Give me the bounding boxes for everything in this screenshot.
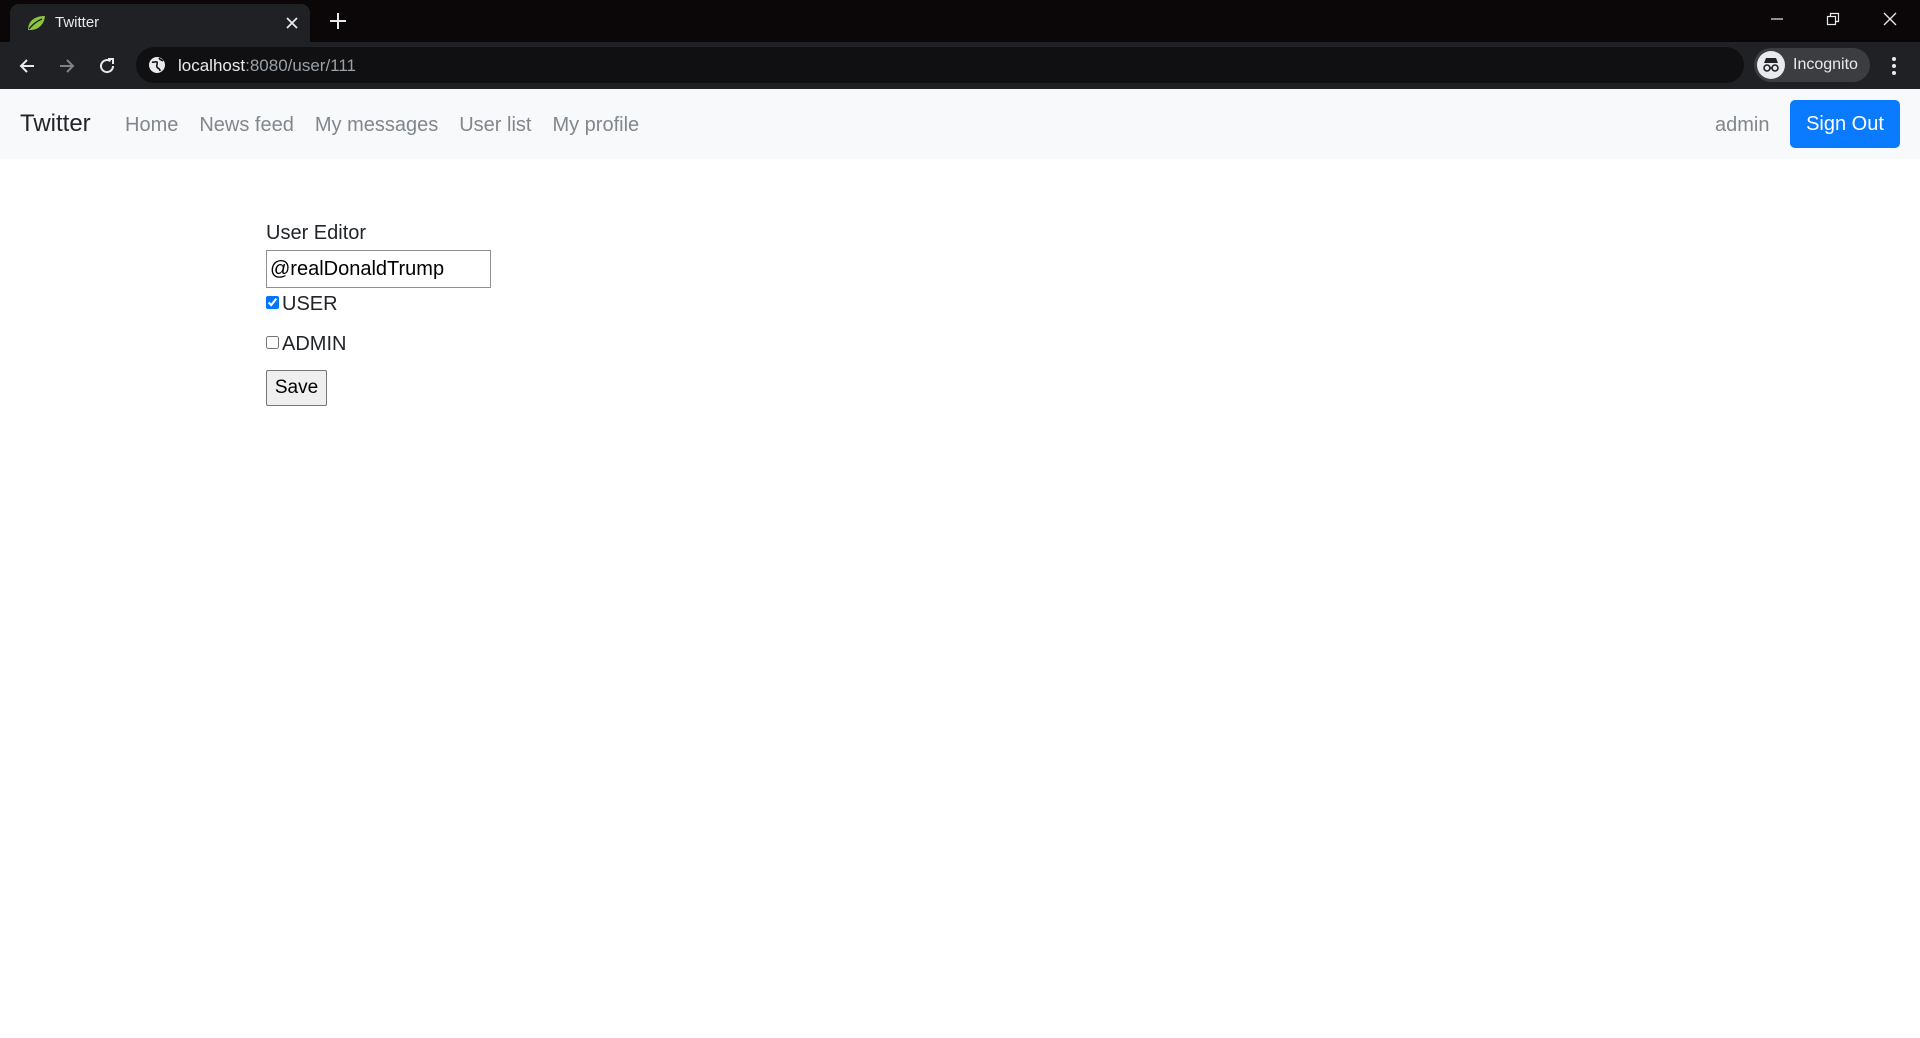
new-tab-icon[interactable] [326,9,350,33]
nav-link-my-profile[interactable]: My profile [552,114,639,137]
role-admin-checkbox[interactable] [266,335,279,349]
globe-icon[interactable] [148,56,166,74]
sign-out-button[interactable]: Sign Out [1790,100,1900,148]
url-text: localhost:8080/user/111 [178,56,356,76]
window-close-button[interactable] [1862,0,1918,38]
close-icon[interactable] [282,13,302,33]
nav-links: Home News feed My messages User list My … [125,114,639,137]
reload-button[interactable] [92,51,122,81]
minimize-icon [1771,18,1783,20]
url-path: :8080/user/111 [245,56,357,75]
nav-link-user-list[interactable]: User list [459,114,531,137]
forward-button[interactable] [52,51,82,81]
role-user-label[interactable]: USER [282,293,338,316]
url-host: localhost [178,56,246,75]
incognito-icon [1757,51,1785,79]
leaf-icon [28,16,45,30]
restore-button[interactable] [1805,0,1861,38]
incognito-badge[interactable]: Incognito [1754,48,1870,82]
role-row-admin: ADMIN [266,330,491,358]
arrow-left-icon [19,59,34,73]
arrow-right-icon [60,59,75,73]
tab-title: Twitter [55,14,100,31]
current-username: admin [1715,114,1770,136]
browser-tab-strip: Twitter [0,0,1920,42]
form-title: User Editor [266,222,367,244]
nav-link-home[interactable]: Home [125,114,178,137]
browser-tab[interactable]: Twitter [10,4,310,42]
close-icon [1883,12,1897,26]
brand-link[interactable]: Twitter [20,110,91,138]
address-bar[interactable]: localhost:8080/user/111 [136,47,1744,83]
user-editor-form: User Editor USER ADMIN Save [266,222,491,406]
minimize-button[interactable] [1749,0,1805,38]
nav-link-news-feed[interactable]: News feed [199,114,294,137]
role-user-checkbox[interactable] [266,295,279,309]
save-button[interactable]: Save [266,370,327,406]
restore-icon [1826,12,1840,26]
role-admin-label[interactable]: ADMIN [282,333,346,356]
username-input[interactable] [266,250,491,288]
back-button[interactable] [12,51,42,81]
role-row-user: USER [266,290,491,318]
more-vert-icon[interactable] [1882,52,1906,80]
profile-label: Incognito [1793,56,1858,73]
browser-toolbar: localhost:8080/user/111 Incognito [0,42,1920,89]
nav-link-my-messages[interactable]: My messages [315,114,438,137]
reload-icon [100,58,115,74]
site-navbar: Twitter Home News feed My messages User … [0,89,1920,159]
